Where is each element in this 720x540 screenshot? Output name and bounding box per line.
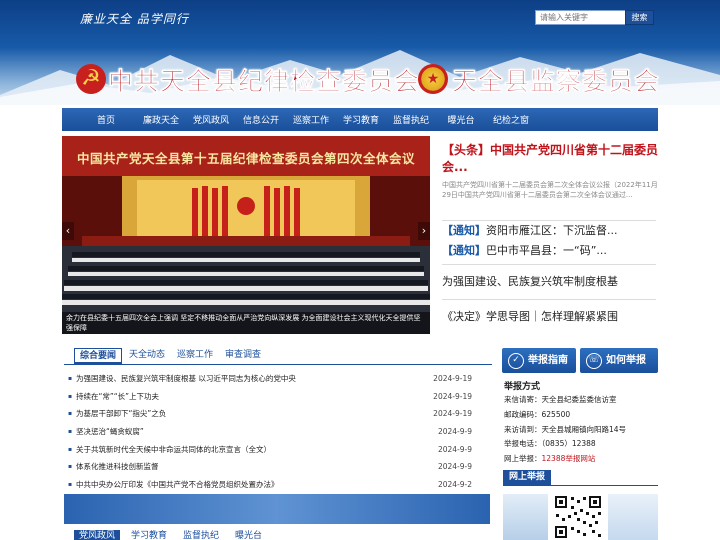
list-item[interactable]: ▪ 中共中央办公厅印发《中国共产党不合格党员组织处置办法》 2024-9-2 [68, 476, 472, 494]
nav-exposure[interactable]: 曝光台 [436, 113, 486, 126]
party-emblem-icon [76, 64, 106, 94]
bullet-icon: ▪ [68, 480, 73, 488]
how-to-report-button[interactable]: ☏ 如何举报 [580, 348, 658, 373]
tab-supervision[interactable]: 监督执纪 [178, 530, 224, 540]
news-title: 为基层干部卸下“指尖”之负 [76, 409, 167, 419]
compass-icon: ✓ [508, 352, 524, 369]
report-promo-image[interactable] [608, 494, 658, 540]
bullet-icon: ▪ [68, 392, 73, 400]
button-label: 举报指南 [528, 355, 568, 366]
divider [442, 220, 656, 221]
news-list: ▪ 为强国建设、民族复兴筑牢制度根基 以习近平同志为核心的党中央 2024-9-19… [68, 370, 472, 493]
nav-home[interactable]: 首页 [76, 113, 136, 126]
national-emblem-icon [418, 64, 448, 94]
bullet-icon: ▪ [68, 428, 73, 436]
online-report-tab[interactable]: 网上举报 [503, 470, 551, 485]
divider [442, 299, 656, 300]
report-line: 来信请寄：天全县纪委监委信访室 [504, 395, 617, 404]
list-item[interactable]: ▪ 持续在“常”“长”上下功夫 2024-9-19 [68, 388, 472, 406]
slide-caption[interactable]: 余力在县纪委十五届四次全会上强调 坚定不移推动全面从严治党向纵深发展 为全面建设… [62, 312, 430, 334]
notice-text: 巴中市平昌县：一“码”... [486, 244, 607, 257]
tab-exposure[interactable]: 曝光台 [230, 530, 267, 540]
nav-disclosure[interactable]: 信息公开 [236, 113, 286, 126]
header-slogan: 廉业天全 品学同行 [80, 12, 189, 26]
notice-item[interactable]: 【通知】资阳市雁江区：下沉监督... [442, 222, 658, 240]
news-tabs: 综合要闻 天全动态 巡察工作 审查调查 [74, 348, 268, 364]
site-title-supervision: 天全县监察委员会 [452, 67, 661, 97]
featured-link[interactable]: 为强国建设、民族复兴筑牢制度根基 [442, 273, 658, 291]
nav-conduct[interactable]: 党风政风 [186, 113, 236, 126]
divider [503, 485, 658, 486]
nav-inspection[interactable]: 巡察工作 [286, 113, 336, 126]
report-methods-list: 来信请寄：天全县纪委监委信访室 邮政编码：625500 来访请到：天全县城厢镇向… [504, 393, 660, 467]
slide-prev-icon[interactable]: ‹ [62, 222, 74, 240]
tab-inspection[interactable]: 巡察工作 [172, 348, 218, 364]
list-item[interactable]: ▪ 关于共筑新时代全天候中非命运共同体的北京宣言（全文） 2024-9-9 [68, 440, 472, 458]
nav-study[interactable]: 学习教育 [336, 113, 386, 126]
tab-local-news[interactable]: 天全动态 [124, 348, 170, 364]
report-line: 邮政编码：625500 [504, 409, 571, 419]
notice-item[interactable]: 【通知】巴中市平昌县：一“码”... [442, 242, 658, 260]
headline-summary: 中国共产党四川省第十二届委员会第二次全体会议公报（2022年11月29日中国共产… [442, 181, 658, 199]
bullet-icon: ▪ [68, 375, 73, 383]
divider [442, 264, 656, 265]
report-line: 来访请到：天全县城厢镇向阳路14号 [504, 424, 627, 434]
bullet-icon: ▪ [68, 445, 73, 453]
list-item[interactable]: ▪ 为基层干部卸下“指尖”之负 2024-9-19 [68, 405, 472, 423]
notice-tag: 【通知】 [442, 224, 486, 237]
news-date: 2024-9-19 [433, 391, 472, 401]
promo-banner[interactable] [64, 494, 490, 524]
nav-integrity[interactable]: 廉政天全 [136, 113, 186, 126]
site-title-discipline: 中共天全县纪律检查委员会 [108, 67, 421, 97]
news-date: 2024-9-19 [433, 374, 472, 384]
report-guide-button[interactable]: ✓ 举报指南 [502, 348, 576, 373]
tab-investigation[interactable]: 审查调查 [220, 348, 266, 364]
nav-window[interactable]: 纪检之窗 [486, 113, 536, 126]
featured-link[interactable]: 《决定》学思导图｜怎样理解紧紧围 [442, 308, 658, 326]
news-title: 持续在“常”“长”上下功夫 [76, 391, 160, 401]
bottom-tabs: 党风政风 学习教育 监督执纪 曝光台 [74, 530, 273, 540]
button-label: 如何举报 [606, 355, 646, 366]
qr-code-icon [553, 494, 603, 540]
notice-tag: 【通知】 [442, 244, 486, 257]
online-report-link[interactable]: 12388举报网站 [542, 454, 596, 463]
headline-title[interactable]: 【头条】中国共产党四川省第十二届委员会... [442, 142, 660, 176]
main-nav: 首页 廉政天全 党风政风 信息公开 巡察工作 学习教育 监督执纪 曝光台 纪检之… [62, 108, 658, 131]
tab-general-news[interactable]: 综合要闻 [74, 348, 123, 364]
featured-slideshow[interactable]: 中国共产党天全县第十五届纪律检查委员会第四次全体会议 ‹ › 余力在县纪委十五届… [62, 136, 430, 334]
search-button[interactable]: 搜索 [625, 10, 654, 25]
notice-text: 资阳市雁江区：下沉监督... [486, 224, 618, 237]
list-item[interactable]: ▪ 体系化推进科技创新监督 2024-9-9 [68, 458, 472, 476]
report-promo-image[interactable] [503, 494, 548, 540]
slide-next-icon[interactable]: › [418, 222, 430, 240]
news-title: 为强国建设、民族复兴筑牢制度根基 以习近平同志为核心的党中央 [76, 374, 296, 384]
news-title: 坚决惩治“蝇贪蚁腐” [76, 427, 144, 437]
list-item[interactable]: ▪ 坚决惩治“蝇贪蚁腐” 2024-9-9 [68, 423, 472, 441]
news-title: 中共中央办公厅印发《中国共产党不合格党员组织处置办法》 [76, 479, 279, 489]
meeting-banner-text: 中国共产党天全县第十五届纪律检查委员会第四次全体会议 [76, 151, 415, 166]
list-item[interactable]: ▪ 为强国建设、民族复兴筑牢制度根基 以习近平同志为核心的党中央 2024-9-19 [68, 370, 472, 388]
news-date: 2024-9-2 [437, 479, 472, 489]
online-report-label: 网上举报： [504, 454, 542, 464]
phone-icon: ☏ [586, 352, 602, 369]
report-line: 举报电话：（0835）12388 [504, 439, 596, 449]
news-title: 关于共筑新时代全天候中非命运共同体的北京宣言（全文） [76, 444, 271, 454]
nav-supervision[interactable]: 监督执纪 [386, 113, 436, 126]
divider [64, 364, 492, 365]
news-title: 体系化推进科技创新监督 [76, 462, 159, 472]
report-methods-title: 举报方式 [504, 382, 541, 392]
news-date: 2024-9-19 [433, 409, 472, 419]
news-date: 2024-9-9 [437, 427, 472, 437]
tab-conduct[interactable]: 党风政风 [74, 530, 121, 540]
news-date: 2024-9-9 [437, 444, 472, 454]
page: 廉业天全 品学同行 搜索 中共天全县纪律检查委员会 天全县监察委员会 首页 廉政… [0, 0, 720, 540]
report-line: 网上举报：12388举报网站 [504, 452, 660, 467]
news-date: 2024-9-9 [437, 462, 472, 472]
tab-study[interactable]: 学习教育 [126, 530, 172, 540]
bullet-icon: ▪ [68, 410, 73, 418]
bullet-icon: ▪ [68, 463, 73, 471]
